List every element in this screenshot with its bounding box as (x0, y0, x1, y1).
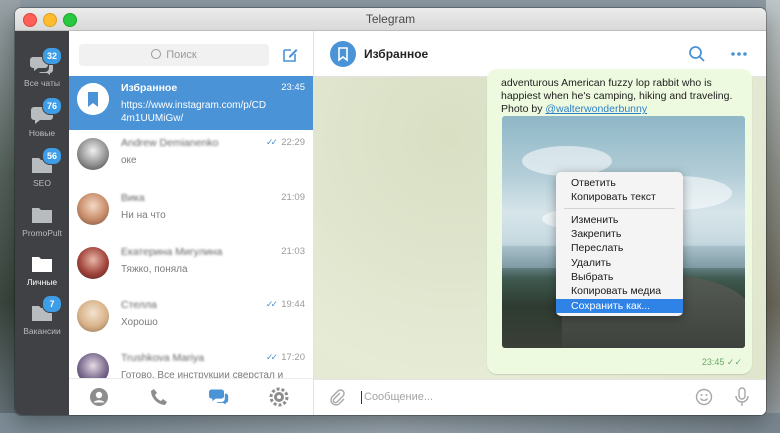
search-placeholder: Поиск (166, 49, 197, 61)
chat-title[interactable]: Избранное (364, 47, 428, 61)
chat-time: 22:29 (281, 137, 305, 148)
avatar (77, 300, 109, 332)
search-icon (151, 49, 162, 59)
desktop-background-bottom (0, 413, 780, 433)
chat-name: Andrew Demianenko (121, 137, 219, 149)
message-caption: adventurous American fuzzy lop rabbit wh… (501, 77, 741, 116)
desktop-background-right (766, 0, 780, 433)
folder-personal[interactable]: Личные (15, 250, 69, 298)
menu-item-select[interactable]: Выбрать (556, 270, 683, 284)
chat-preview: Ни на что (121, 210, 166, 221)
paperclip-icon[interactable] (328, 388, 346, 406)
chats-icon[interactable] (209, 387, 229, 407)
folder-label: Вакансии (23, 326, 61, 336)
chat-time: 21:03 (281, 246, 305, 257)
folder-badge: 32 (42, 47, 62, 65)
folder-icon (32, 208, 52, 223)
chat-item-favorites[interactable]: Избранное 23:45 https://www.instagram.co… (69, 76, 313, 130)
text-cursor (361, 391, 362, 404)
chat-preview: https://www.instagram.com/p/CD4m1UUMiGw/ (121, 100, 267, 124)
chat-name: Избранное (121, 82, 178, 94)
compose-icon[interactable] (281, 46, 299, 64)
folder-label: SEO (33, 178, 51, 188)
chat-preview: Хорошо (121, 317, 158, 328)
chat-item[interactable]: Andrew Demianenko ✓✓ 22:29 оке (69, 131, 313, 185)
search-row: Поиск (69, 31, 313, 76)
chat-preview: оке (121, 155, 137, 166)
menu-item-save-as[interactable]: Сохранить как... (556, 299, 683, 313)
context-menu: Ответить Копировать текст Изменить Закре… (556, 172, 683, 316)
window-title: Telegram (365, 12, 416, 26)
avatar (77, 138, 109, 170)
folder-all-chats[interactable]: 32 Все чаты (15, 47, 69, 99)
avatar (77, 83, 109, 115)
message-composer: Сообщение... (314, 379, 766, 415)
message-input[interactable]: Сообщение... (364, 391, 433, 403)
chat-time: 17:20 (281, 352, 305, 363)
message-area: adventurous American fuzzy lop rabbit wh… (314, 69, 766, 380)
message-time: 23:45 ✓✓ (701, 357, 742, 367)
chat-preview: Тяжко, поняла (121, 264, 188, 275)
folder-label: PromoPult (22, 228, 62, 238)
menu-separator (564, 208, 675, 209)
folder-new[interactable]: 76 Новые (15, 97, 69, 149)
bookmark-icon (77, 83, 109, 115)
settings-icon[interactable] (269, 387, 289, 407)
chat-item[interactable]: Екатерина Мигулина 21:03 Тяжко, поняла (69, 240, 313, 294)
microphone-icon[interactable] (733, 387, 751, 407)
avatar (77, 193, 109, 225)
folder-label: Личные (26, 277, 58, 287)
folder-label: Новые (28, 128, 56, 138)
author-link[interactable]: @walterwonderbunny (545, 103, 647, 115)
folder-badge: 56 (42, 147, 62, 165)
folder-label: Все чаты (24, 78, 60, 88)
folder-badge: 7 (42, 295, 62, 313)
chat-name: Стелла (121, 299, 157, 311)
minimize-window-button[interactable] (43, 13, 57, 27)
bottom-navigation (69, 378, 313, 415)
chat-time: 23:45 (281, 82, 305, 93)
menu-item-reply[interactable]: Ответить (556, 176, 683, 190)
menu-item-pin[interactable]: Закрепить (556, 227, 683, 241)
menu-item-edit[interactable]: Изменить (556, 213, 683, 227)
more-options-icon[interactable] (730, 45, 748, 63)
close-window-button[interactable] (23, 13, 37, 27)
contacts-icon[interactable] (89, 387, 109, 407)
folders-sidebar: 32 Все чаты 76 Новые 56 SEO PromoPult Ли… (15, 31, 69, 415)
folder-vacancies[interactable]: 7 Вакансии (15, 295, 69, 347)
title-bar: Telegram (15, 8, 766, 31)
chat-list-panel: Поиск Избранное 23:45 https://www.instag… (69, 31, 314, 415)
menu-item-copy-media[interactable]: Копировать медиа (556, 284, 683, 298)
chat-name: Екатерина Мигулина (121, 246, 223, 258)
folder-icon (32, 257, 52, 272)
read-checkmarks-icon: ✓✓ (265, 137, 278, 147)
emoji-icon[interactable] (695, 388, 713, 406)
chat-time: 21:09 (281, 192, 305, 203)
read-checkmarks-icon: ✓✓ (265, 352, 278, 362)
read-checkmarks-icon: ✓✓ (265, 299, 278, 309)
folder-badge: 76 (42, 97, 62, 115)
chat-name: Вика (121, 192, 145, 204)
chat-time: 19:44 (281, 299, 305, 310)
chat-item[interactable]: Вика 21:09 Ни на что (69, 186, 313, 240)
calls-icon[interactable] (149, 387, 169, 407)
menu-item-delete[interactable]: Удалить (556, 256, 683, 270)
chat-avatar[interactable] (330, 41, 356, 67)
menu-item-forward[interactable]: Переслать (556, 241, 683, 255)
search-icon[interactable] (688, 45, 706, 63)
folder-seo[interactable]: 56 SEO (15, 147, 69, 199)
chat-view: Избранное adventurous American fuzzy lop… (314, 31, 766, 415)
chat-name: Trushkova Mariya (121, 352, 205, 364)
menu-item-copy-text[interactable]: Копировать текст (556, 190, 683, 204)
avatar (77, 247, 109, 279)
chat-item[interactable]: Стелла ✓✓ 19:44 Хорошо (69, 293, 313, 347)
bookmark-icon (338, 47, 348, 62)
maximize-window-button[interactable] (63, 13, 77, 27)
search-input[interactable]: Поиск (79, 44, 269, 66)
folder-promopult[interactable]: PromoPult (15, 201, 69, 249)
